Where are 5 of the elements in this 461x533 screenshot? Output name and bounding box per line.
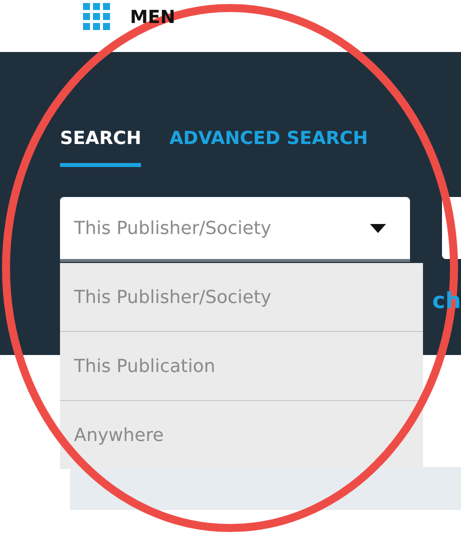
scope-dropdown[interactable]: This Publisher/Society [60,197,410,259]
tab[interactable]: ADVANCED SEARCH [169,128,368,167]
dropdown-option[interactable]: This Publisher/Society [60,263,423,331]
tab[interactable]: SEARCH [60,128,142,167]
dropdown-option[interactable]: This Publication [60,331,423,400]
